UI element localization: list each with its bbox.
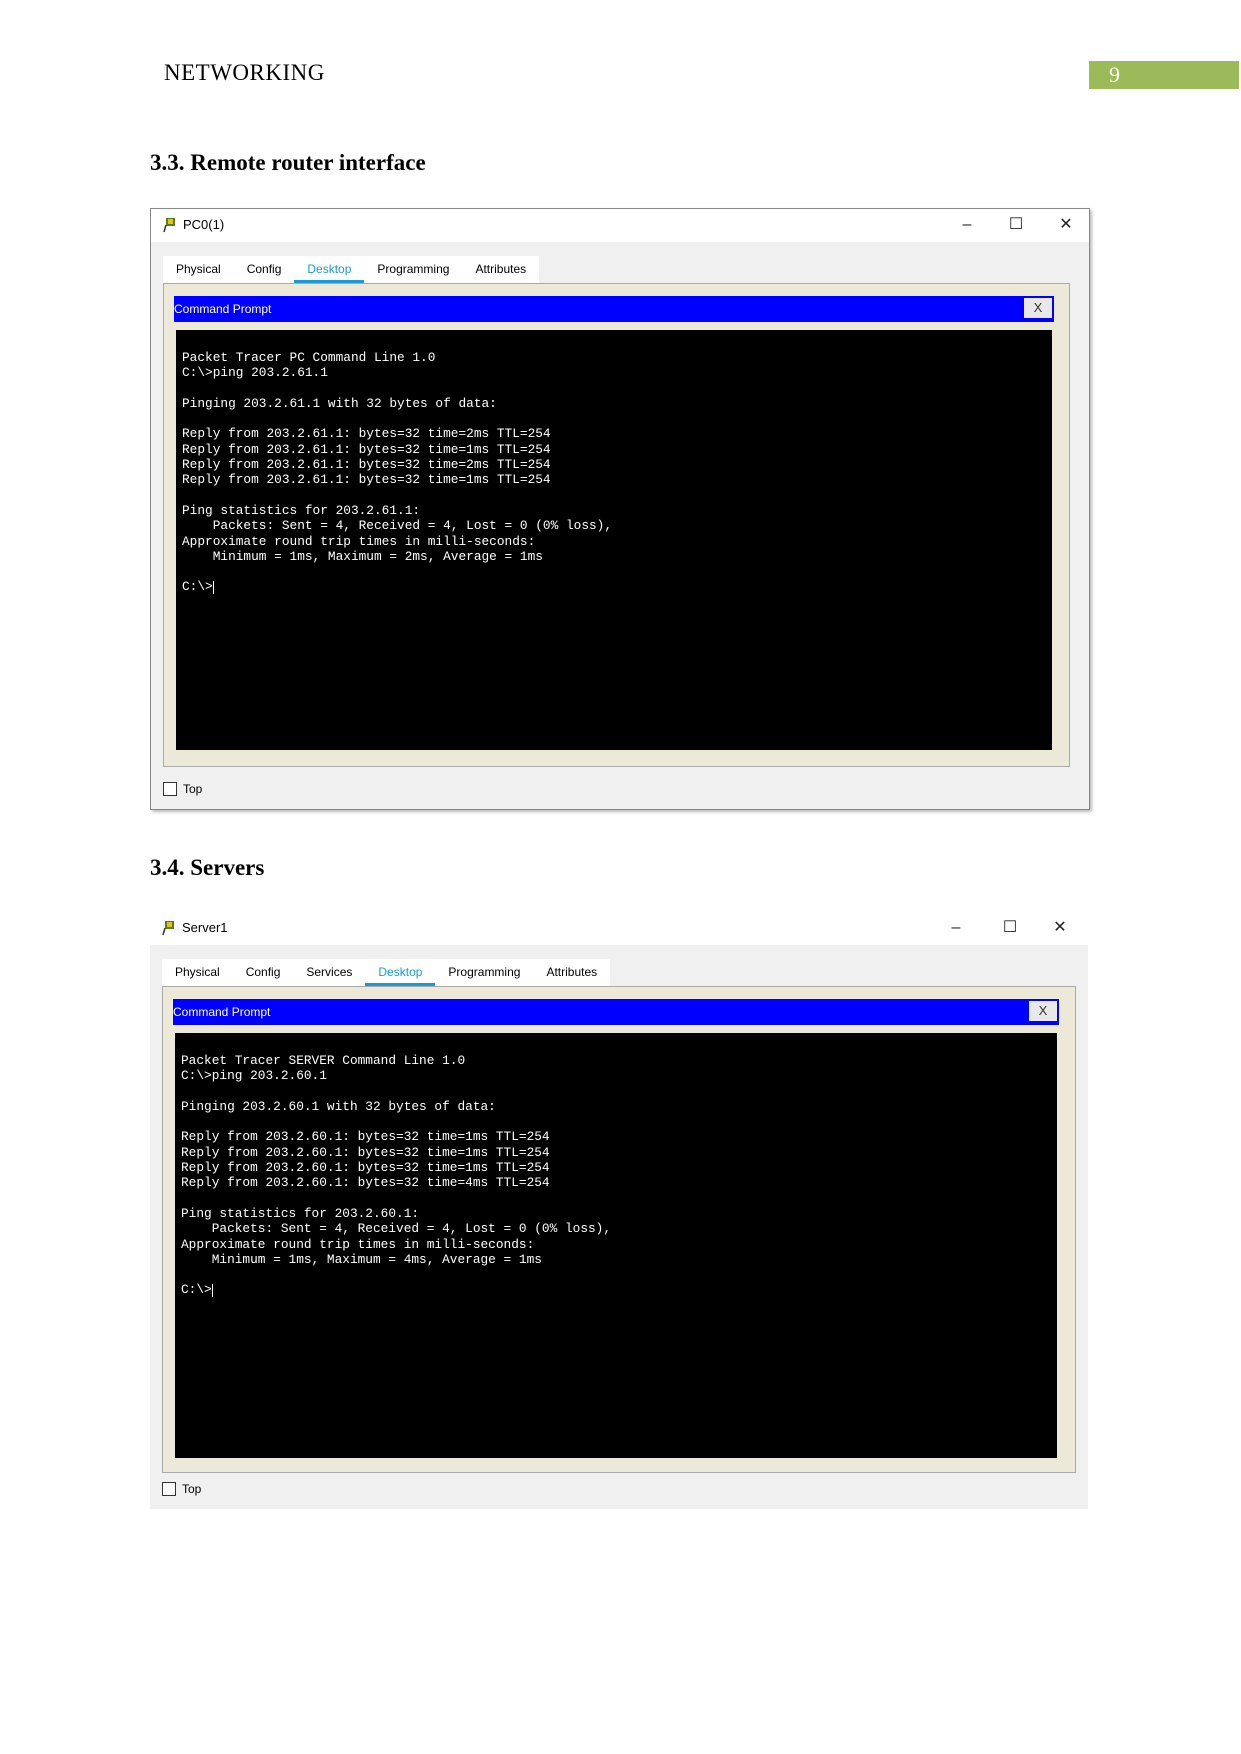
terminal-line: ​ [181, 1267, 1051, 1282]
command-prompt-titlebar: Command Prompt X [173, 999, 1059, 1025]
terminal-line: C:\>​ [181, 1282, 213, 1298]
tab-services[interactable]: Services [293, 959, 365, 986]
device-tabs: Physical Config Services Desktop Programming… [162, 959, 611, 986]
terminal-line: Ping statistics for 203.2.60.1:​ [181, 1205, 420, 1221]
terminal-output[interactable]: Packet Tracer SERVER Command Line 1.0​C:… [175, 1033, 1057, 1458]
terminal-line: ​ [181, 1084, 1051, 1099]
terminal-line: Pinging 203.2.60.1 with 32 bytes of data… [181, 1098, 496, 1114]
pc-window: PC0(1) – ☐ ✕ Physical Config Desktop Progra… [150, 208, 1090, 810]
server-window: Server1 – ☐ ✕ Physical Config Services Desk… [150, 912, 1088, 1509]
terminal-line: Pinging 203.2.61.1 with 32 bytes of data… [182, 395, 497, 411]
tab-physical[interactable]: Physical [162, 959, 233, 986]
minimize-button[interactable]: – [947, 213, 987, 237]
tab-config[interactable]: Config [234, 256, 295, 283]
command-prompt-title: Command Prompt [174, 302, 272, 316]
command-prompt-close-button[interactable]: X [1029, 1001, 1057, 1021]
terminal-line: ​ [182, 381, 1046, 396]
command-prompt-title: Command Prompt [173, 1005, 271, 1019]
document-page: NETWORKING 9 3.3. Remote router interfac… [0, 0, 1241, 1754]
terminal-line: Packet Tracer PC Command Line 1.0​ [182, 350, 436, 365]
checkbox-icon[interactable] [162, 1482, 176, 1496]
tab-desktop[interactable]: Desktop [294, 256, 365, 283]
top-label: Top [183, 782, 203, 796]
packet-tracer-app-icon [162, 921, 174, 936]
terminal-line: Reply from 203.2.61.1: bytes=32 time=1ms… [182, 472, 551, 488]
command-prompt-close-button[interactable]: X [1024, 298, 1052, 318]
tab-attributes[interactable]: Attributes [462, 256, 539, 283]
terminal-line: Reply from 203.2.60.1: bytes=32 time=1ms… [181, 1129, 550, 1145]
terminal-line: Reply from 203.2.60.1: bytes=32 time=1ms… [181, 1144, 550, 1160]
command-prompt-titlebar: Command Prompt X [174, 296, 1054, 322]
window-title: Server1 [182, 920, 228, 935]
desktop-panel: Command Prompt X Packet Tracer SERVER Co… [162, 986, 1076, 1473]
maximize-button[interactable]: ☐ [996, 213, 1036, 237]
section-heading-servers: 3.4. Servers [150, 855, 265, 880]
close-button[interactable]: ✕ [1046, 213, 1086, 237]
device-tabs: Physical Config Desktop Programming Attribut… [163, 256, 540, 283]
desktop-panel: Command Prompt X Packet Tracer PC Comman… [163, 283, 1070, 767]
window-titlebar: PC0(1) – ☐ ✕ [151, 209, 1089, 242]
page-number: 9 [1089, 61, 1239, 89]
terminal-output[interactable]: Packet Tracer PC Command Line 1.0​C:\>pi… [176, 330, 1052, 750]
top-checkbox[interactable]: Top [162, 1482, 201, 1496]
text-cursor [211, 1283, 213, 1297]
terminal-line: Reply from 203.2.61.1: bytes=32 time=2ms… [182, 457, 551, 473]
checkbox-icon[interactable] [163, 782, 177, 796]
tab-config[interactable]: Config [233, 959, 294, 986]
terminal-line: Packets: Sent = 4, Received = 4, Lost = … [181, 1221, 612, 1237]
window-titlebar: Server1 – ☐ ✕ [150, 912, 1088, 945]
terminal-line: Reply from 203.2.60.1: bytes=32 time=1ms… [181, 1160, 550, 1176]
packet-tracer-app-icon [163, 218, 175, 233]
section-heading-remote-router: 3.3. Remote router interface [150, 150, 426, 175]
terminal-line: ​ [182, 564, 1046, 579]
minimize-button[interactable]: – [936, 916, 976, 940]
terminal-line: C:\>ping 203.2.60.1​ [181, 1068, 327, 1084]
terminal-line: Approximate round trip times in milli-se… [181, 1236, 535, 1252]
text-cursor [212, 580, 214, 594]
close-button[interactable]: ✕ [1040, 916, 1080, 940]
terminal-line: Reply from 203.2.60.1: bytes=32 time=4ms… [181, 1175, 550, 1191]
terminal-line: Reply from 203.2.61.1: bytes=32 time=1ms… [182, 441, 551, 457]
terminal-line: Packet Tracer SERVER Command Line 1.0​ [181, 1053, 466, 1068]
terminal-line: Approximate round trip times in milli-se… [182, 533, 536, 549]
top-checkbox[interactable]: Top [163, 782, 202, 796]
terminal-line: C:\>​ [182, 579, 214, 595]
top-label: Top [182, 1482, 202, 1496]
terminal-line: Packets: Sent = 4, Received = 4, Lost = … [182, 518, 613, 534]
running-header: NETWORKING [164, 60, 325, 85]
terminal-line: Ping statistics for 203.2.61.1:​ [182, 502, 421, 518]
tab-attributes[interactable]: Attributes [533, 959, 610, 986]
terminal-line: Minimum = 1ms, Maximum = 2ms, Average = … [182, 548, 543, 564]
terminal-line: Reply from 203.2.61.1: bytes=32 time=2ms… [182, 426, 551, 442]
tab-desktop[interactable]: Desktop [365, 959, 436, 986]
terminal-line: C:\>ping 203.2.61.1​ [182, 365, 328, 381]
tab-programming[interactable]: Programming [364, 256, 462, 283]
maximize-button[interactable]: ☐ [990, 916, 1030, 940]
terminal-line: ​ [181, 1191, 1051, 1206]
terminal-line: ​ [182, 411, 1046, 426]
terminal-line: ​ [182, 488, 1046, 503]
window-title: PC0(1) [183, 217, 225, 232]
terminal-line: ​ [181, 1114, 1051, 1129]
tab-programming[interactable]: Programming [435, 959, 533, 986]
tab-physical[interactable]: Physical [163, 256, 234, 283]
terminal-line: Minimum = 1ms, Maximum = 4ms, Average = … [181, 1251, 542, 1267]
